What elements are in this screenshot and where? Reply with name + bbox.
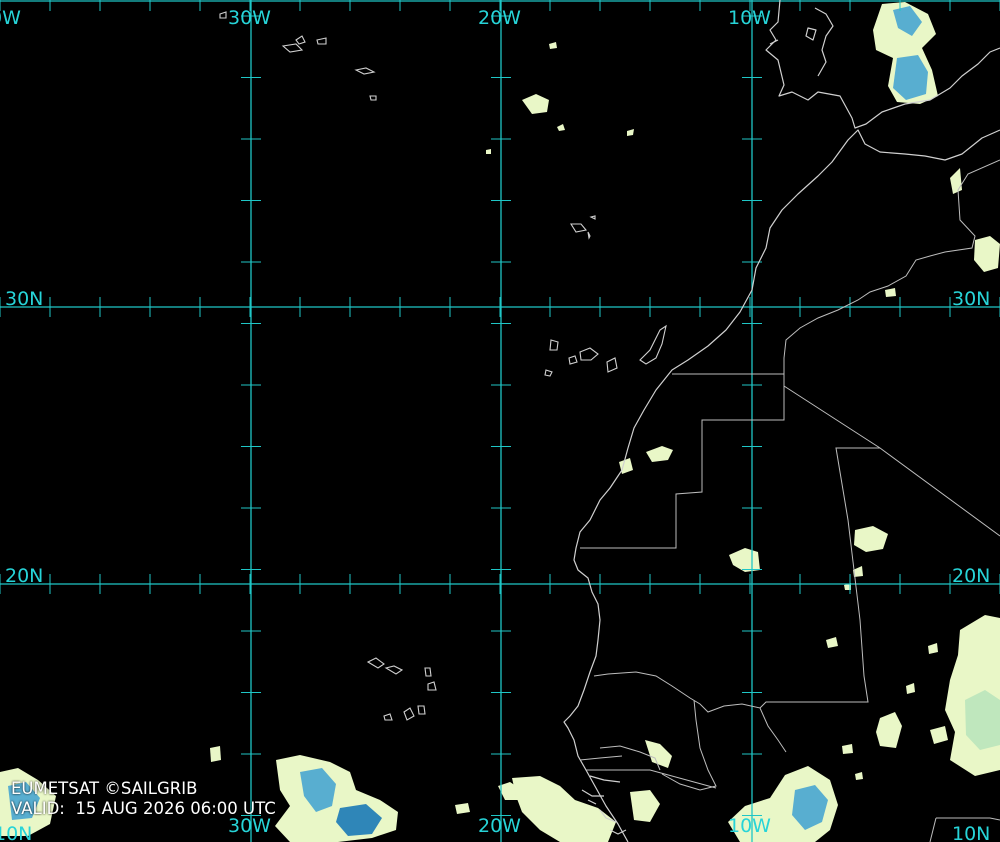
lat-label-10n-left: 10N	[0, 823, 32, 842]
lat-label-10n-right: 10N	[952, 823, 990, 842]
lon-label-10w-top: 10W	[728, 7, 771, 29]
lat-label-20n-left: 20N	[5, 565, 43, 587]
valid-time: VALID: 15 AUG 2026 06:00 UTC	[11, 799, 276, 818]
source-credit: EUMETSAT ©SAILGRIB	[11, 779, 198, 798]
lat-label-20n-right: 20N	[952, 565, 990, 587]
lon-label-30w-top: 30W	[228, 7, 271, 29]
lon-label-40w-top: 0W	[0, 7, 21, 29]
lat-label-30n-left: 30N	[5, 288, 43, 310]
lon-label-20w-top: 20W	[478, 7, 521, 29]
lon-label-20w-bottom: 20W	[478, 815, 521, 837]
lon-label-10w-bottom: 10W	[728, 815, 771, 837]
lat-label-30n-right: 30N	[952, 288, 990, 310]
credit-overlay: EUMETSAT ©SAILGRIB VALID: 15 AUG 2026 06:…	[11, 779, 276, 819]
satellite-map: 30W 20W 10W 0W 30N 30N 20N 20N 30W 20W 1…	[0, 0, 1000, 842]
